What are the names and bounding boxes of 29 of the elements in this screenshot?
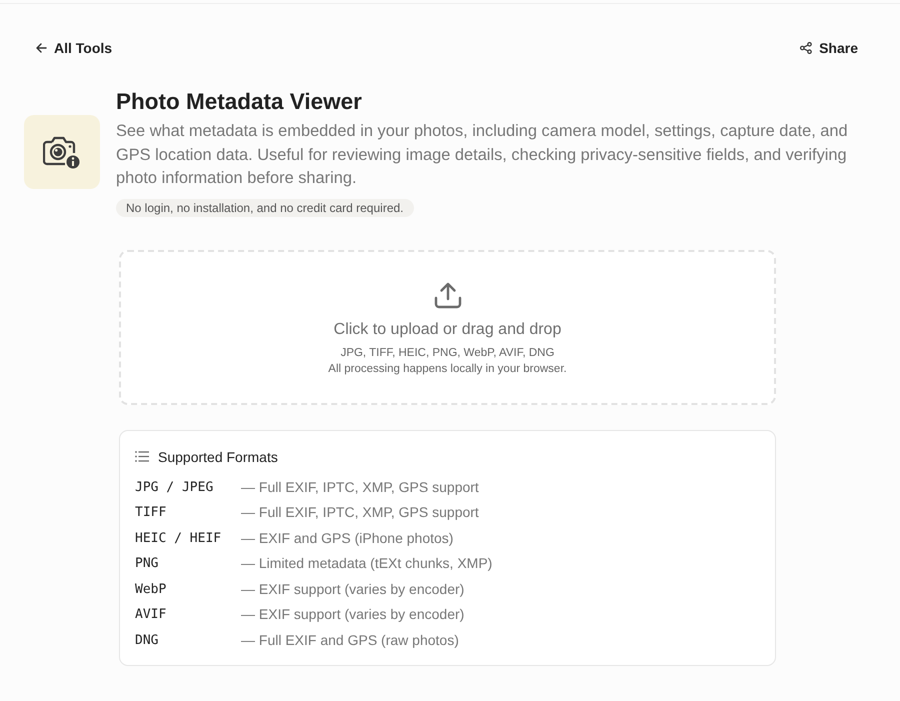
format-name: JPG / JPEG bbox=[135, 478, 214, 496]
all-tools-link[interactable]: All Tools bbox=[34, 38, 114, 58]
list-icon bbox=[135, 451, 149, 462]
format-name: AVIF bbox=[135, 606, 168, 624]
share-button[interactable]: Share bbox=[798, 38, 860, 58]
tool-title: Photo Metadata Viewer bbox=[116, 88, 362, 116]
format-details: — Full EXIF and GPS (raw photos) bbox=[241, 630, 460, 650]
format-details: — Limited metadata (tEXt chunks, XMP) bbox=[241, 554, 492, 573]
format-name: TIFF bbox=[135, 504, 168, 522]
upload-icon bbox=[434, 282, 462, 308]
card-title: Supported Formats bbox=[158, 448, 278, 464]
format-name: DNG bbox=[135, 632, 160, 650]
requirements-badge: No login, no installation, and no credit card required. bbox=[116, 198, 414, 216]
upload-prompt: Click to upload or drag and drop bbox=[334, 320, 562, 340]
format-details: — Full EXIF, IPTC, XMP, GPS support bbox=[241, 503, 480, 522]
privacy-note: All processing happens locally in your browser. bbox=[328, 362, 567, 376]
tool-description: See what metadata is embedded in your photos, including camera model, settings, capture date, and GPS location data. Useful for reviewing image details, checking privacy-sensitive fields, and verifying photo information before sharing. bbox=[116, 121, 849, 189]
format-details: — EXIF support (varies by encoder) bbox=[241, 605, 466, 624]
share-icon bbox=[800, 42, 812, 54]
format-details: — EXIF support (varies by encoder) bbox=[241, 580, 466, 599]
format-details: — Full EXIF, IPTC, XMP, GPS support bbox=[241, 478, 480, 497]
camera-info-icon bbox=[24, 115, 100, 190]
upload-dropzone[interactable]: Click to upload or drag and drop JPG, TIFF, HEIC, PNG, WebP, AVIF, DNG All processing happens locally in your browser. bbox=[119, 250, 776, 404]
format-name: WebP bbox=[135, 580, 168, 598]
format-name: PNG bbox=[135, 555, 160, 573]
arrow-left-icon bbox=[36, 43, 47, 53]
format-name: HEIC / HEIF bbox=[135, 530, 222, 548]
format-details: — EXIF and GPS (iPhone photos) bbox=[241, 528, 454, 548]
accepted-formats: JPG, TIFF, HEIC, PNG, WebP, AVIF, DNG bbox=[340, 346, 554, 360]
